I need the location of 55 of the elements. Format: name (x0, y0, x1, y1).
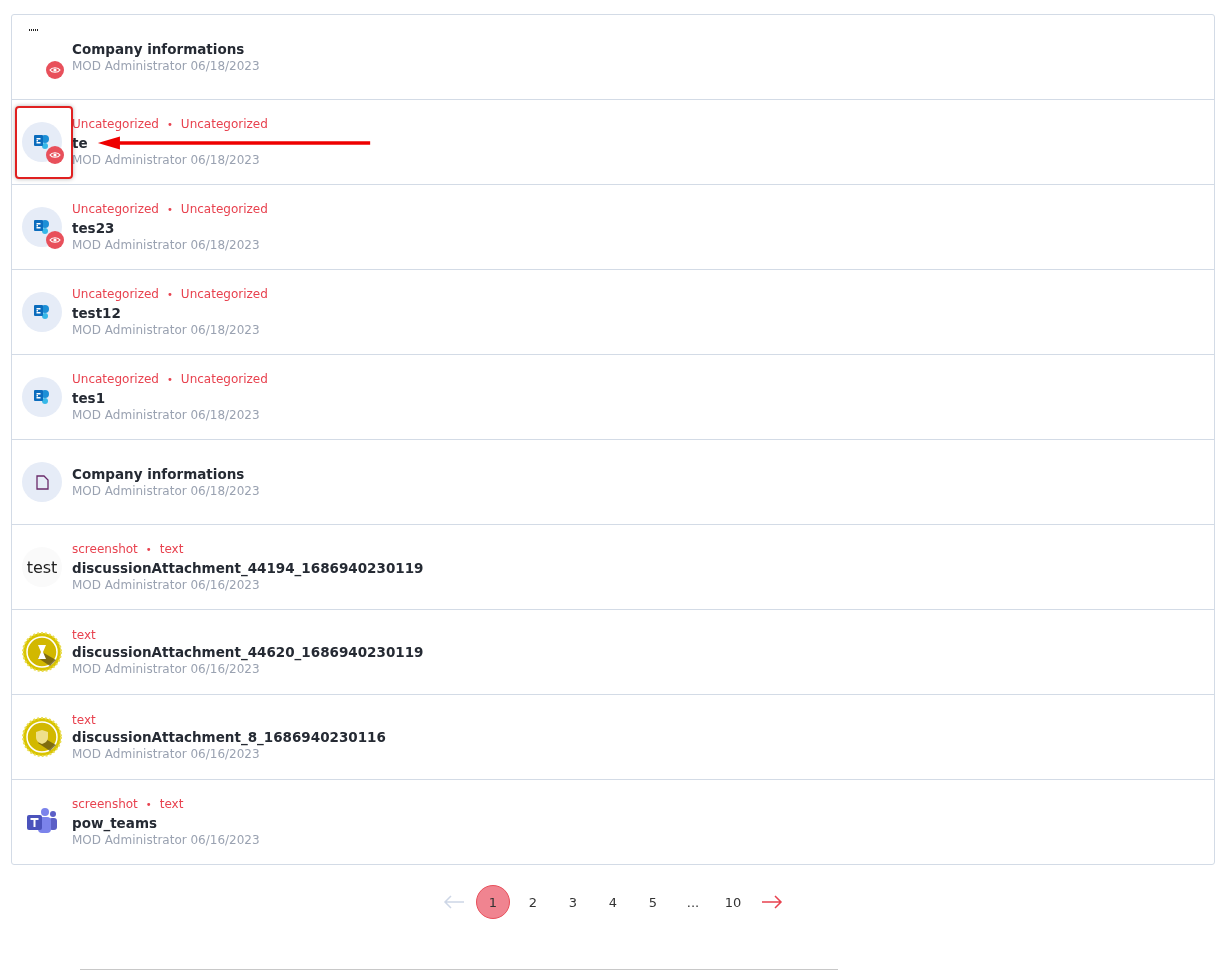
category-link[interactable]: Uncategorized (72, 372, 159, 388)
item-title[interactable]: test12 (72, 305, 121, 321)
category-link[interactable]: screenshot (72, 542, 138, 558)
item-meta: MOD Administrator 06/16/2023 (72, 578, 260, 592)
category-link[interactable]: Uncategorized (72, 202, 159, 218)
thumbnail-image: test (22, 547, 62, 587)
item-meta: MOD Administrator 06/18/2023 (72, 484, 260, 498)
category-link[interactable]: Uncategorized (180, 372, 268, 388)
page-button[interactable]: 2 (516, 885, 550, 919)
item-meta: MOD Administrator 06/16/2023 (72, 662, 260, 676)
item-meta: MOD Administrator 06/18/2023 (72, 153, 260, 167)
item-title[interactable]: Company informations (72, 41, 245, 57)
category-link[interactable]: Uncategorized (180, 117, 268, 133)
category-link[interactable]: text (72, 713, 96, 727)
separator-dot: • (166, 288, 173, 302)
separator-dot: • (145, 543, 152, 557)
item-title[interactable]: pow_teams (72, 815, 157, 831)
next-page-icon[interactable] (760, 894, 784, 910)
page-button[interactable]: ... (676, 885, 710, 919)
separator-dot: • (166, 118, 173, 132)
category-link[interactable]: Uncategorized (72, 117, 159, 133)
page-button[interactable]: 3 (556, 885, 590, 919)
item-title[interactable]: Company informations (72, 466, 245, 482)
category-link[interactable]: Uncategorized (180, 287, 268, 303)
page-button[interactable]: 1 (476, 885, 510, 919)
separator-dot: • (166, 203, 173, 217)
separator-dot: • (166, 373, 173, 387)
item-meta: MOD Administrator 06/18/2023 (72, 323, 260, 337)
item-title[interactable]: discussionAttachment_44620_1686940230119 (72, 644, 424, 660)
page-button[interactable]: 10 (716, 885, 750, 919)
item-meta: MOD Administrator 06/18/2023 (72, 59, 260, 73)
dotted-line-icon (29, 29, 39, 31)
page-button[interactable]: 5 (636, 885, 670, 919)
category-link[interactable]: Uncategorized (72, 287, 159, 303)
document-icon (22, 462, 62, 502)
item-meta: MOD Administrator 06/18/2023 (72, 238, 260, 252)
shield-badge-icon (22, 717, 62, 757)
category-link[interactable]: text (159, 542, 184, 558)
category-link[interactable]: text (72, 628, 96, 642)
item-meta: MOD Administrator 06/16/2023 (72, 833, 260, 847)
page-button[interactable]: 4 (596, 885, 630, 919)
hourglass-badge-icon (22, 632, 62, 672)
item-title[interactable]: discussionAttachment_8_1686940230116 (72, 729, 386, 745)
item-title[interactable]: tes23 (72, 220, 115, 236)
sharepoint-icon (22, 377, 62, 417)
sharepoint-icon (22, 292, 62, 332)
separator-dot: • (145, 798, 152, 812)
item-meta: MOD Administrator 06/16/2023 (72, 747, 260, 761)
category-link[interactable]: text (159, 797, 184, 813)
category-link[interactable]: Uncategorized (180, 202, 268, 218)
item-title[interactable]: te (72, 135, 88, 151)
item-title[interactable]: tes1 (72, 390, 106, 406)
item-title[interactable]: discussionAttachment_44194_1686940230119 (72, 560, 424, 576)
item-meta: MOD Administrator 06/18/2023 (72, 408, 260, 422)
category-link[interactable]: screenshot (72, 797, 138, 813)
